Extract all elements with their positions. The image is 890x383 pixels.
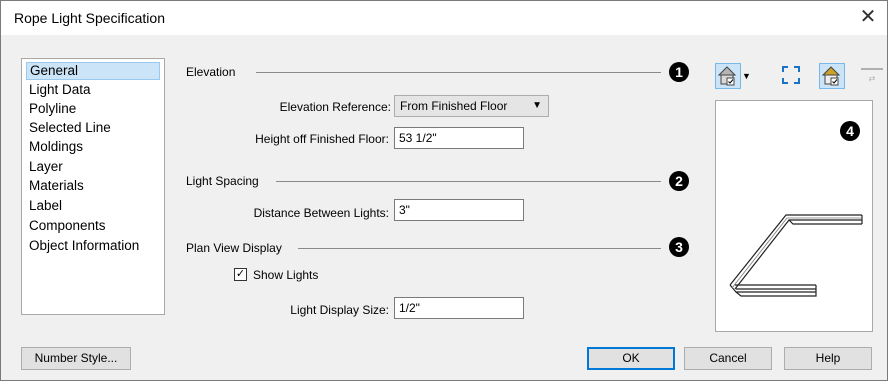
rope-light-preview	[729, 214, 863, 297]
elevation-reference-select[interactable]: From Finished Floor ▼	[394, 95, 549, 117]
fill-window-button[interactable]	[779, 63, 805, 89]
sidebar-item-layer[interactable]: Layer	[26, 158, 160, 176]
svg-text:⇄: ⇄	[869, 74, 876, 83]
sidebar-item-light-data[interactable]: Light Data	[26, 81, 160, 99]
light-display-size-label: Light Display Size:	[290, 303, 389, 317]
view-options-button[interactable]	[715, 63, 741, 89]
view-options-dropdown-icon[interactable]: ▼	[742, 71, 751, 81]
rope-light-dialog: Rope Light Specification ✕ General Light…	[0, 0, 888, 381]
swap-view-icon: ⇄	[861, 68, 883, 83]
sidebar-item-selected-line[interactable]: Selected Line	[26, 119, 160, 137]
close-icon[interactable]: ✕	[855, 5, 881, 29]
cancel-button[interactable]: Cancel	[684, 347, 772, 370]
category-list: General Light Data Polyline Selected Lin…	[21, 58, 165, 315]
plan-view-divider	[298, 248, 661, 249]
callout-2-badge: 2	[669, 171, 689, 191]
sidebar-item-materials[interactable]: Materials	[26, 177, 160, 195]
title-bar: Rope Light Specification ✕	[1, 1, 887, 35]
height-off-floor-input[interactable]: 53 1/2"	[394, 127, 524, 149]
show-lights-label[interactable]: Show Lights	[253, 268, 318, 282]
sidebar-item-general[interactable]: General	[26, 62, 160, 80]
light-spacing-divider	[276, 181, 661, 182]
light-display-size-input[interactable]: 1/2"	[394, 297, 524, 319]
house-render-icon	[821, 66, 841, 86]
elevation-heading: Elevation	[186, 65, 236, 79]
callout-1-badge: 1	[669, 62, 689, 82]
ok-button[interactable]: OK	[587, 347, 675, 370]
light-spacing-heading: Light Spacing	[186, 174, 259, 188]
preview-pane: 4	[715, 100, 873, 332]
render-preview-button[interactable]	[819, 63, 845, 89]
number-style-button[interactable]: Number Style...	[21, 347, 131, 370]
sidebar-item-object-information[interactable]: Object Information	[26, 237, 160, 255]
elevation-divider	[256, 72, 661, 73]
fill-window-icon	[782, 66, 800, 84]
sidebar-item-label[interactable]: Label	[26, 197, 160, 215]
height-off-floor-label: Height off Finished Floor:	[255, 132, 389, 146]
help-button[interactable]: Help	[784, 347, 872, 370]
elevation-reference-value: From Finished Floor	[400, 99, 508, 113]
chevron-down-icon: ▼	[532, 100, 542, 111]
sidebar-item-components[interactable]: Components	[26, 217, 160, 235]
plan-view-heading: Plan View Display	[186, 241, 282, 255]
window-title: Rope Light Specification	[14, 10, 165, 26]
elevation-reference-label: Elevation Reference:	[279, 100, 391, 114]
sidebar-item-polyline[interactable]: Polyline	[26, 100, 160, 118]
callout-3-badge: 3	[669, 237, 689, 257]
distance-between-lights-label: Distance Between Lights:	[253, 206, 389, 220]
distance-between-lights-input[interactable]: 3"	[394, 199, 524, 221]
sidebar-item-moldings[interactable]: Moldings	[26, 138, 160, 156]
show-lights-checkbox[interactable]: ✓	[234, 268, 247, 281]
house-view-icon	[717, 66, 737, 86]
swap-view-button[interactable]: ⇄	[859, 63, 885, 89]
